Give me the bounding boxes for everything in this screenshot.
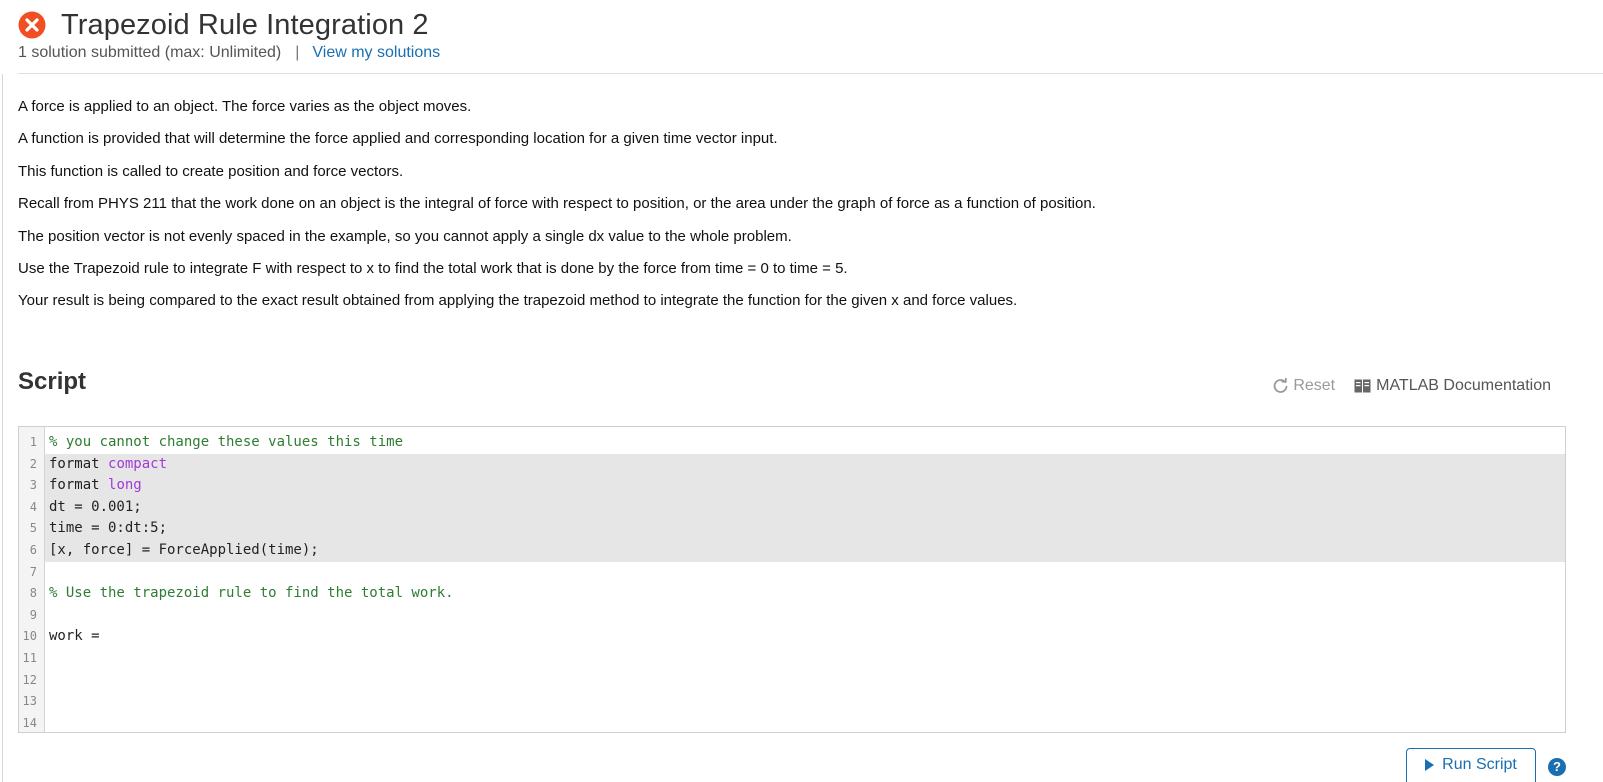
line-number: 6 <box>29 543 37 557</box>
description-paragraph: A force is applied to an object. The for… <box>18 98 472 115</box>
code-keyword: long <box>108 477 142 494</box>
code-token: format <box>49 455 109 472</box>
line-number: 10 <box>22 629 37 644</box>
code-line[interactable]: 8 % Use the trapezoid rule to find the to… <box>19 583 1565 605</box>
code-comment: % Use the trapezoid rule to find the tot… <box>49 585 454 602</box>
left-divider <box>2 74 3 782</box>
line-number: 2 <box>29 456 37 471</box>
line-number: 3 <box>29 478 37 493</box>
code-keyword: compact <box>108 455 168 472</box>
line-number: 14 <box>22 715 37 730</box>
description-paragraph: This function is called to create positi… <box>18 162 404 180</box>
code-token: dt = 0.001; <box>49 498 142 515</box>
code-text[interactable]: % you cannot change these values this ti… <box>45 432 1565 454</box>
code-line[interactable]: 10 work = <box>19 626 1565 648</box>
code-line[interactable]: 13 <box>19 691 1565 713</box>
help-icon[interactable]: ? <box>1548 758 1566 776</box>
line-number: 7 <box>29 564 37 579</box>
line-number: 4 <box>29 499 37 514</box>
code-editor[interactable]: 1 % you cannot change these values this t… <box>18 426 1566 733</box>
description-paragraph: Recall from PHYS 211 that the work done … <box>18 195 1096 213</box>
line-number: 8 <box>29 586 37 601</box>
code-line[interactable]: 5 time = 0:dt:5; <box>19 518 1565 540</box>
description-paragraph: Use the Trapezoid rule to integrate F wi… <box>18 259 848 277</box>
code-text[interactable]: dt = 0.001; <box>45 496 1565 519</box>
title-row: Trapezoid Rule Integration 2 <box>18 6 429 44</box>
script-toolbar: Reset MATLAB Documentation <box>1272 377 1551 395</box>
matlab-documentation-label: MATLAB Documentation <box>1376 377 1551 394</box>
code-line[interactable]: 11 <box>19 648 1565 670</box>
code-line[interactable]: 2 format compact <box>19 453 1565 476</box>
line-number: 5 <box>29 521 37 536</box>
line-number: 9 <box>29 607 37 622</box>
code-line[interactable]: 9 <box>19 605 1565 627</box>
code-token: [x, force] = ForceApplied(time); <box>49 542 319 558</box>
separator: | <box>295 44 300 61</box>
problem-page: Trapezoid Rule Integration 2 1 solution … <box>0 0 1603 782</box>
description-paragraph: The position vector is not evenly spaced… <box>18 227 792 245</box>
page-title: Trapezoid Rule Integration 2 <box>61 8 429 41</box>
submission-info: 1 solution submitted (max: Unlimited) | Vi… <box>18 44 440 62</box>
code-text[interactable]: % Use the trapezoid rule to find the tot… <box>45 583 1565 605</box>
view-my-solutions-link[interactable]: View my solutions <box>312 44 440 61</box>
code-line[interactable]: 12 <box>19 670 1565 692</box>
code-line[interactable]: 4 dt = 0.001; <box>19 496 1565 519</box>
run-script-label: Run Script <box>1442 756 1517 773</box>
code-text[interactable]: work = <box>45 626 1565 648</box>
code-text[interactable] <box>45 562 1565 584</box>
code-text[interactable]: format compact <box>45 453 1565 476</box>
code-text[interactable]: time = 0:dt:5; <box>45 518 1565 540</box>
code-text[interactable] <box>45 713 1565 732</box>
code-line[interactable]: 3 format long <box>19 475 1565 497</box>
line-number: 11 <box>22 651 37 665</box>
reset-icon <box>1274 377 1288 393</box>
code-line[interactable]: 1 % you cannot change these values this t… <box>19 432 1565 454</box>
play-icon <box>1425 759 1435 771</box>
description-paragraph: Your result is being compared to the exa… <box>18 292 1018 310</box>
code-line[interactable]: 7 <box>19 562 1565 584</box>
submission-count: 1 solution submitted (max: Unlimited) <box>18 44 282 61</box>
matlab-documentation-link[interactable]: MATLAB Documentation <box>1354 377 1551 395</box>
code-token: work = <box>49 628 109 645</box>
line-number: 12 <box>22 672 37 687</box>
code-token: format <box>49 477 109 494</box>
line-number: 13 <box>22 694 37 709</box>
code-text[interactable] <box>45 691 1565 713</box>
reset-label: Reset <box>1293 377 1336 394</box>
code-text[interactable] <box>45 670 1565 692</box>
reset-button[interactable]: Reset <box>1272 377 1335 395</box>
code-text[interactable] <box>45 605 1565 627</box>
code-text[interactable] <box>45 648 1565 670</box>
code-text[interactable]: format long <box>45 475 1565 497</box>
code-line[interactable]: 14 <box>19 713 1565 732</box>
code-line[interactable]: 6 [x, force] = ForceApplied(time); <box>19 540 1565 562</box>
run-script-button[interactable]: Run Script <box>1406 748 1536 782</box>
description-paragraph: A function is provided that will determi… <box>18 130 778 148</box>
script-heading: Script <box>18 368 87 395</box>
line-number: 1 <box>29 435 37 449</box>
code-comment: % you cannot change these values this ti… <box>49 434 404 450</box>
code-token: time = 0:dt:5; <box>49 520 168 537</box>
problem-description: A force is applied to an object. The for… <box>18 98 1578 325</box>
book-icon <box>1354 379 1371 393</box>
incorrect-status-icon <box>18 11 46 39</box>
code-text[interactable]: [x, force] = ForceApplied(time); <box>45 540 1565 562</box>
problem-header: Trapezoid Rule Integration 2 1 solution … <box>18 6 1603 74</box>
